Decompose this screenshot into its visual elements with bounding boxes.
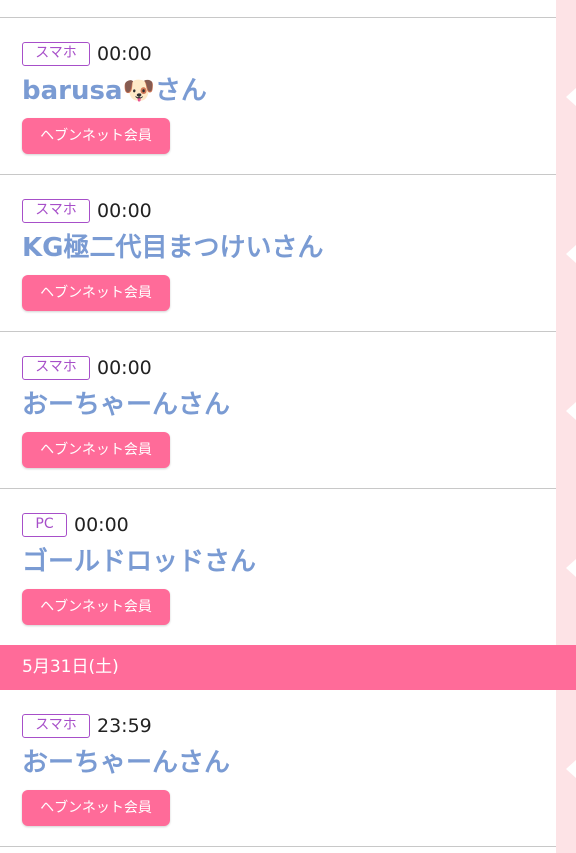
visitor-name-link[interactable]: おーちゃーんさん xyxy=(22,746,230,780)
device-badge: スマホ xyxy=(22,714,90,738)
dog-emoji-icon: 🐶 xyxy=(122,76,155,106)
sidebar-notch xyxy=(566,559,576,577)
member-badge-button[interactable]: ヘブンネット会員 xyxy=(22,275,170,311)
sidebar-notch xyxy=(566,88,576,106)
visitor-name: barusa xyxy=(22,76,123,106)
member-badge-button[interactable]: ヘブンネット会員 xyxy=(22,432,170,468)
sidebar-notch xyxy=(566,402,576,420)
device-badge: スマホ xyxy=(22,356,90,380)
honorific: さん xyxy=(204,547,257,577)
device-badge: PC xyxy=(22,513,67,537)
visitor-name: おーちゃーん xyxy=(22,748,179,778)
visitor-name-link[interactable]: barusa🐶さん xyxy=(22,74,207,108)
list-item: スマホ 23:59 おーちゃーんさん ヘブンネット会員 xyxy=(0,690,556,846)
sidebar-notch xyxy=(566,245,576,263)
member-badge-button[interactable]: ヘブンネット会員 xyxy=(22,118,170,154)
visit-time: 23:59 xyxy=(97,715,152,737)
sidebar-notch xyxy=(566,760,576,778)
device-badge: スマホ xyxy=(22,199,90,223)
visit-time: 00:00 xyxy=(74,514,129,536)
visit-time: 00:00 xyxy=(97,43,152,65)
member-badge-button[interactable]: ヘブンネット会員 xyxy=(22,589,170,625)
honorific: さん xyxy=(271,233,324,263)
honorific: さん xyxy=(178,390,231,420)
list-item: PC 00:00 ゴールドロッドさん ヘブンネット会員 xyxy=(0,489,556,645)
sidebar-strip xyxy=(556,0,576,853)
list-item: スマホ 00:00 barusa🐶さん ヘブンネット会員 xyxy=(0,18,556,174)
list-top-spacer xyxy=(0,0,556,17)
visit-time: 00:00 xyxy=(97,357,152,379)
visitor-name-link[interactable]: KG極二代目まつけいさん xyxy=(22,231,324,265)
visitor-name-link[interactable]: ゴールドロッドさん xyxy=(22,545,256,579)
list-item: スマホ 00:00 KG極二代目まつけいさん ヘブンネット会員 xyxy=(0,175,556,331)
visitor-name-link[interactable]: おーちゃーんさん xyxy=(22,388,230,422)
visitor-name: おーちゃーん xyxy=(22,390,179,420)
visitor-list: スマホ 00:00 barusa🐶さん ヘブンネット会員 スマホ 00:00 K… xyxy=(0,0,576,847)
divider xyxy=(0,846,556,847)
visitor-name: ゴールドロッド xyxy=(22,547,205,577)
honorific: さん xyxy=(178,748,231,778)
visitor-name: KG極二代目まつけい xyxy=(22,233,272,263)
member-badge-button[interactable]: ヘブンネット会員 xyxy=(22,790,170,826)
date-header: 5月31日(土) xyxy=(0,645,576,690)
list-item: スマホ 00:00 おーちゃーんさん ヘブンネット会員 xyxy=(0,332,556,488)
visit-time: 00:00 xyxy=(97,200,152,222)
honorific: さん xyxy=(154,76,207,106)
device-badge: スマホ xyxy=(22,42,90,66)
